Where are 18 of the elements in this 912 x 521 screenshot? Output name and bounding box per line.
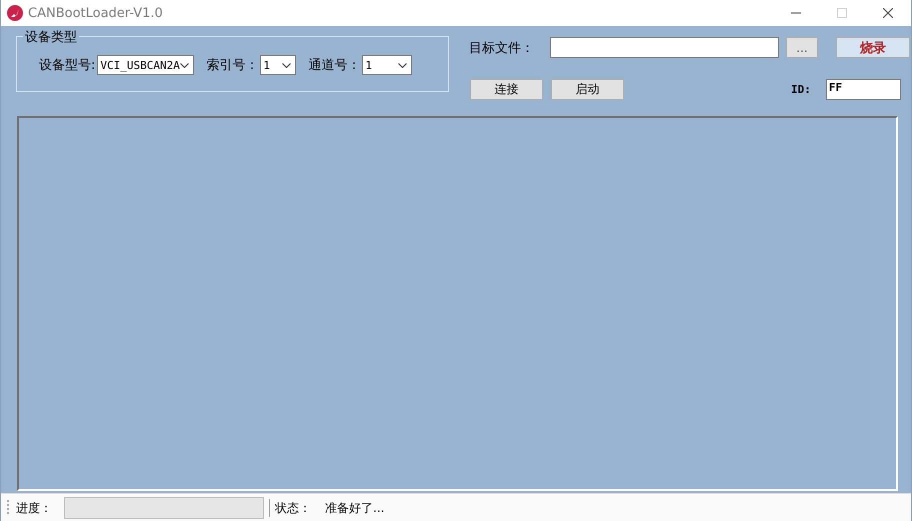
dropdown[interactable]: VCI_USBCAN2A xyxy=(97,55,194,75)
browse-button[interactable]: ... xyxy=(786,37,818,58)
window-title: CANBootLoader-V1.0 xyxy=(28,6,164,20)
action-button[interactable]: 连接 xyxy=(470,79,543,100)
status-text: 准备好了... xyxy=(325,500,384,516)
flash-button[interactable]: 烧录 xyxy=(836,37,910,58)
progress-label: 进度： xyxy=(16,500,52,516)
dropdown[interactable]: 1 xyxy=(362,55,412,75)
status-label: 状态： xyxy=(275,500,311,516)
dropdown[interactable]: 1 xyxy=(260,55,296,75)
field-label: 索引号： xyxy=(206,57,258,74)
field-label: 目标文件： xyxy=(469,40,534,56)
field-label: 通道号： xyxy=(308,57,360,74)
group-title: 设备类型 xyxy=(23,28,79,46)
field-label: 设备型号: xyxy=(39,57,96,74)
field-label: ID: xyxy=(791,83,811,96)
id-field[interactable]: FF xyxy=(826,79,901,100)
action-button[interactable]: 启动 xyxy=(551,79,624,100)
